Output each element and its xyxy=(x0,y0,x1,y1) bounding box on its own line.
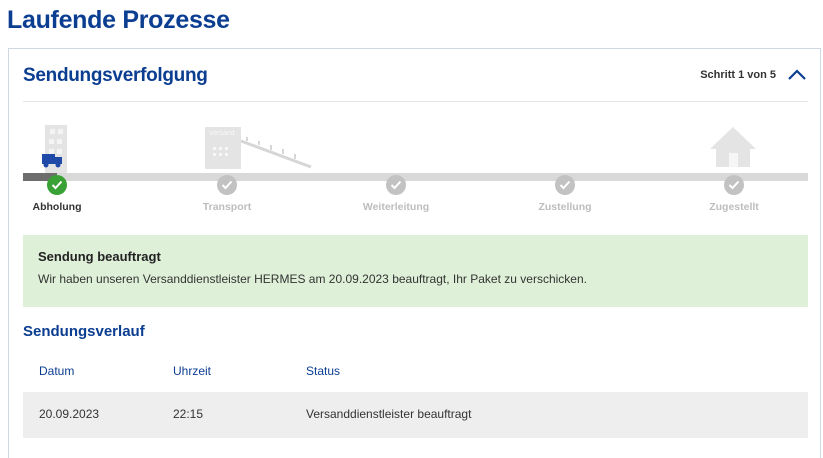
house-icon xyxy=(708,125,758,174)
step-check-icon xyxy=(724,175,744,195)
truck-icon xyxy=(42,154,64,173)
step-label: Transport xyxy=(202,201,252,213)
cell-date: 20.09.2023 xyxy=(39,407,100,421)
step-label: Zustellung xyxy=(538,201,592,213)
history-title: Sendungsverlauf xyxy=(23,323,145,340)
step-check-icon xyxy=(555,175,575,195)
cell-status: Versanddienstleister beauftragt xyxy=(306,407,472,421)
collapse-button[interactable] xyxy=(786,65,808,85)
history-table: Datum Uhrzeit Status 20.09.2023 22:15 Ve… xyxy=(23,352,808,438)
step-check-icon xyxy=(217,175,237,195)
table-row: 20.09.2023 22:15 Versanddienstleister be… xyxy=(23,392,808,438)
column-header-status: Status xyxy=(306,364,341,378)
step-check-icon xyxy=(386,175,406,195)
step-weiterleitung: Weiterleitung xyxy=(336,175,456,213)
card-title: Sendungsverfolgung xyxy=(23,65,208,86)
step-label: Abholung xyxy=(32,201,82,213)
step-label: Zugestellt xyxy=(709,201,759,213)
step-zustellung: Zustellung xyxy=(505,175,625,213)
shipping-center-icon: Versand xyxy=(203,125,313,176)
shipping-sign-label: Versand xyxy=(209,130,235,137)
chevron-up-icon xyxy=(788,69,806,80)
status-text: Wir haben unseren Versanddienstleister H… xyxy=(38,272,587,286)
status-title: Sendung beauftragt xyxy=(38,249,161,264)
step-label: Weiterleitung xyxy=(362,201,430,213)
step-zugestellt: Zugestellt xyxy=(674,175,794,213)
step-abholung: Abholung xyxy=(0,175,117,213)
cell-time: 22:15 xyxy=(173,407,204,421)
step-check-icon xyxy=(47,175,67,195)
card-header: Sendungsverfolgung Schritt 1 von 5 xyxy=(23,65,808,102)
step-counter: Schritt 1 von 5 xyxy=(700,69,776,81)
shipment-progress-tracker: Versand Abholung Transport Weiterleitung… xyxy=(23,107,808,217)
status-message-box: Sendung beauftragt Wir haben unseren Ver… xyxy=(23,235,808,307)
shipment-tracking-card: Sendungsverfolgung Schritt 1 von 5 Versa… xyxy=(8,48,821,458)
page-title: Laufende Prozesse xyxy=(7,6,230,34)
column-header-date: Datum xyxy=(39,364,75,378)
column-header-time: Uhrzeit xyxy=(173,364,212,378)
history-table-header: Datum Uhrzeit Status xyxy=(23,352,808,392)
step-transport: Transport xyxy=(167,175,287,213)
